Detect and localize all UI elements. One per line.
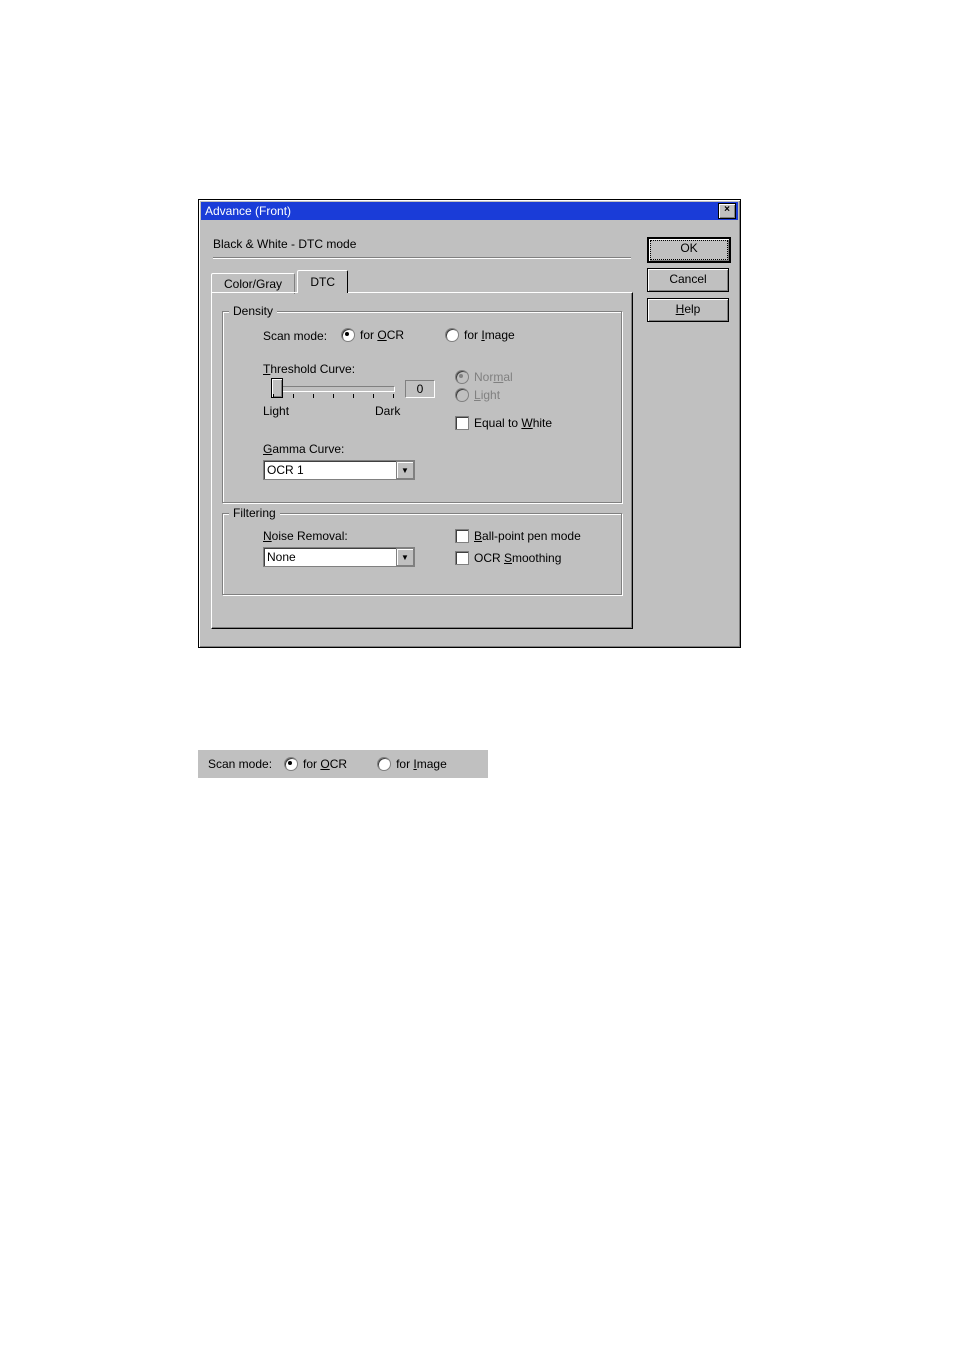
radio-for-image[interactable]: for Image (445, 328, 515, 342)
advance-dialog: Advance (Front) × Black & White - DTC mo… (198, 199, 741, 648)
slider-tick (333, 394, 334, 398)
filtering-legend: Filtering (229, 506, 280, 520)
dialog-client: Black & White - DTC mode Color/Gray DTC … (201, 222, 738, 645)
density-group: Density Scan mode: for OCR for Image Thr… (222, 311, 622, 503)
radio-for-image-label: for Image (464, 328, 515, 342)
slider-tick (273, 394, 274, 398)
check-ball-point-label: Ball-point pen mode (474, 529, 581, 543)
noise-removal-value: None (264, 550, 296, 564)
slider-tick (373, 394, 374, 398)
cancel-button[interactable]: Cancel (647, 268, 729, 292)
chevron-down-icon[interactable]: ▼ (396, 548, 414, 566)
titlebar[interactable]: Advance (Front) × (201, 202, 738, 220)
radio-dot-icon (455, 370, 469, 384)
checkbox-box-icon (455, 416, 469, 430)
radio-normal-label: Normal (474, 370, 513, 384)
check-equal-to-white-label: Equal to White (474, 416, 552, 430)
density-legend: Density (229, 304, 277, 318)
radio-normal: Normal (455, 370, 513, 384)
slider-tick (353, 394, 354, 398)
tab-dtc[interactable]: DTC (297, 270, 348, 293)
radio-light: Light (455, 388, 500, 402)
check-ocr-smoothing-label: OCR Smoothing (474, 551, 561, 565)
threshold-curve-label: Threshold Curve: (263, 362, 355, 376)
gamma-curve-combo[interactable]: OCR 1 ▼ (263, 460, 415, 480)
noise-removal-label: Noise Removal: (263, 529, 348, 543)
radio-for-ocr[interactable]: for OCR (341, 328, 404, 342)
radio-for-ocr-label: for OCR (360, 328, 404, 342)
radio-dot-icon (455, 388, 469, 402)
dtc-tab-panel: Density Scan mode: for OCR for Image Thr… (211, 292, 633, 629)
gamma-curve-label: Gamma Curve: (263, 442, 344, 456)
checkbox-box-icon (455, 529, 469, 543)
mode-title-separator (213, 257, 631, 259)
ok-button[interactable]: OK (647, 237, 731, 263)
dialog-title: Advance (Front) (205, 202, 291, 220)
gamma-curve-value: OCR 1 (264, 463, 304, 477)
snippet-radio-for-image[interactable]: for Image (377, 757, 447, 771)
radio-dot-icon (341, 328, 355, 342)
scan-mode-label: Scan mode: (263, 329, 327, 343)
radio-light-label: Light (474, 388, 500, 402)
check-ocr-smoothing[interactable]: OCR Smoothing (455, 551, 561, 565)
snippet-radio-for-image-label: for Image (396, 757, 447, 771)
snippet-radio-for-ocr-label: for OCR (303, 757, 347, 771)
radio-dot-icon (377, 757, 391, 771)
noise-removal-combo[interactable]: None ▼ (263, 547, 415, 567)
slider-tick (293, 394, 294, 398)
tab-strip: Color/Gray DTC (211, 270, 347, 292)
close-icon: × (724, 204, 730, 215)
close-button[interactable]: × (718, 203, 736, 219)
chevron-down-icon[interactable]: ▼ (396, 461, 414, 479)
mode-title: Black & White - DTC mode (213, 237, 356, 251)
slider-dark-label: Dark (375, 404, 400, 418)
scan-mode-snippet: Scan mode: for OCR for Image (198, 750, 488, 778)
slider-light-label: Light (263, 404, 289, 418)
check-ball-point-pen-mode[interactable]: Ball-point pen mode (455, 529, 581, 543)
slider-tick (313, 394, 314, 398)
slider-tick (393, 394, 394, 398)
help-button[interactable]: Help (647, 298, 729, 322)
check-equal-to-white[interactable]: Equal to White (455, 416, 552, 430)
threshold-slider[interactable] (273, 386, 395, 392)
snippet-scan-mode-label: Scan mode: (208, 757, 272, 771)
radio-dot-icon (445, 328, 459, 342)
snippet-radio-for-ocr[interactable]: for OCR (284, 757, 347, 771)
checkbox-box-icon (455, 551, 469, 565)
radio-dot-icon (284, 757, 298, 771)
filtering-group: Filtering Noise Removal: None ▼ Ball-poi… (222, 513, 622, 595)
tab-color-gray[interactable]: Color/Gray (211, 273, 295, 294)
threshold-value-box: 0 (405, 380, 435, 398)
